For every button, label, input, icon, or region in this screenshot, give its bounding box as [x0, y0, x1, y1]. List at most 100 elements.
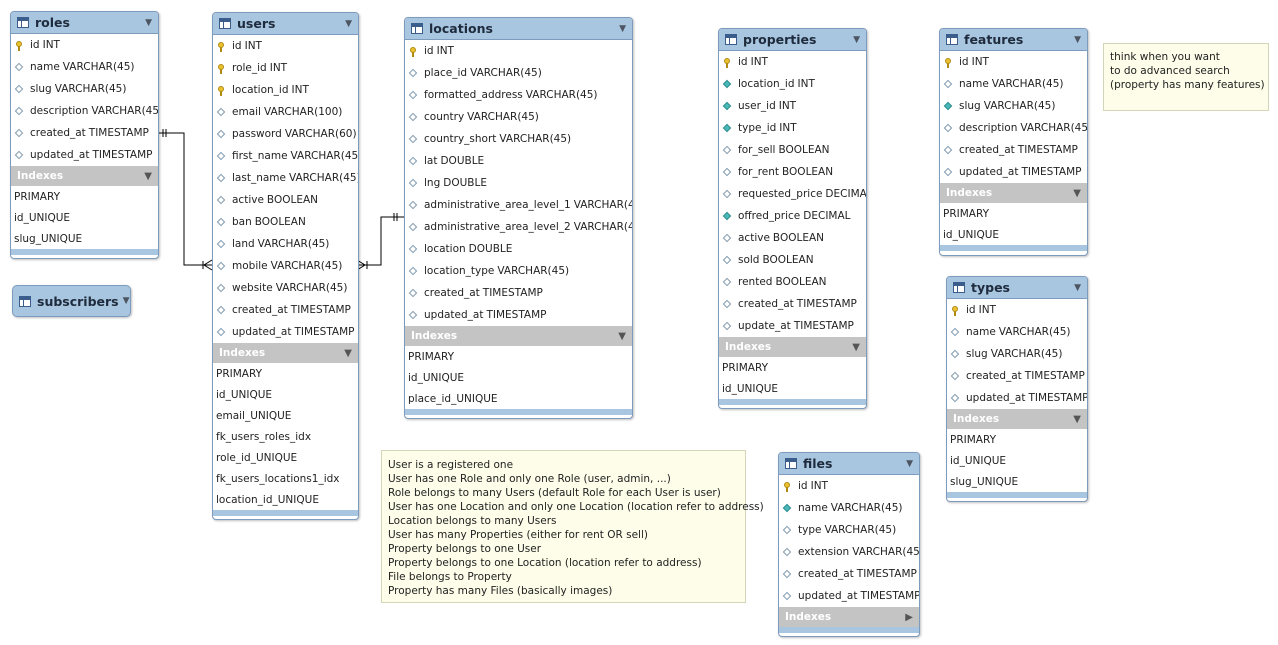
column-row[interactable]: requested_priceDECIMAL	[719, 183, 866, 205]
dropdown-caret-icon[interactable]: ▼	[906, 459, 913, 469]
column-row[interactable]: user_id INT	[719, 95, 866, 117]
table-types[interactable]: types ▼ id INT name VARCHAR(45) slug VARCHAR(…	[946, 276, 1088, 502]
column-row[interactable]: created_at TIMESTAMP	[405, 282, 632, 304]
indexes-section-header[interactable]: Indexes ▼	[11, 166, 158, 186]
column-row[interactable]: id INT	[11, 34, 158, 56]
dropdown-caret-icon[interactable]: ▼	[852, 342, 860, 353]
column-row[interactable]: for_rent BOOLEAN	[719, 161, 866, 183]
indexes-section-header[interactable]: Indexes ▼	[405, 326, 632, 346]
table-header[interactable]: properties ▼	[719, 29, 866, 51]
column-row[interactable]: country VARCHAR(45)	[405, 106, 632, 128]
column-row[interactable]: first_name VARCHAR(45)	[213, 145, 358, 167]
column-row[interactable]: updated_at TIMESTAMP	[11, 144, 158, 166]
dropdown-caret-icon[interactable]: ▼	[144, 171, 152, 182]
column-row[interactable]: location_id INT	[719, 73, 866, 95]
table-files[interactable]: files ▼ id INT name VARCHAR(45) type VARCHAR(…	[778, 452, 920, 637]
index-row[interactable]: slug_UNIQUE	[947, 471, 1087, 492]
index-row[interactable]: PRIMARY	[11, 186, 158, 207]
dropdown-caret-icon[interactable]: ▼	[345, 19, 352, 29]
column-row[interactable]: name VARCHAR(45)	[947, 321, 1087, 343]
column-row[interactable]: id INT	[719, 51, 866, 73]
column-row[interactable]: email VARCHAR(100)	[213, 101, 358, 123]
column-row[interactable]: rented BOOLEAN	[719, 271, 866, 293]
column-row[interactable]: mobile VARCHAR(45)	[213, 255, 358, 277]
column-row[interactable]: location_id INT	[213, 79, 358, 101]
dropdown-caret-icon[interactable]: ▼	[618, 331, 626, 342]
index-row[interactable]: place_id_UNIQUE	[405, 388, 632, 409]
column-row[interactable]: land VARCHAR(45)	[213, 233, 358, 255]
note-relations[interactable]: User is a registered one User has one Rol…	[381, 450, 764, 603]
column-row[interactable]: sold BOOLEAN	[719, 249, 866, 271]
index-row[interactable]: id_UNIQUE	[11, 207, 158, 228]
column-row[interactable]: slug VARCHAR(45)	[11, 78, 158, 100]
index-row[interactable]: PRIMARY	[940, 203, 1087, 224]
column-row[interactable]: administrative_area_level_2VARCHAR(45)	[405, 216, 632, 238]
indexes-section-header[interactable]: Indexes ▼	[947, 409, 1087, 429]
column-row[interactable]: type_id INT	[719, 117, 866, 139]
column-row[interactable]: name VARCHAR(45)	[779, 497, 919, 519]
index-row[interactable]: fk_users_roles_idx	[213, 426, 358, 447]
column-row[interactable]: type VARCHAR(45)	[779, 519, 919, 541]
index-row[interactable]: id_UNIQUE	[940, 224, 1087, 245]
table-header[interactable]: locations ▼	[405, 18, 632, 40]
table-features[interactable]: features ▼ id INT name VARCHAR(45) slug VARCH…	[939, 28, 1088, 256]
column-row[interactable]: id INT	[779, 475, 919, 497]
column-row[interactable]: for_sell BOOLEAN	[719, 139, 866, 161]
note-features[interactable]: think when you want to do advanced search…	[1103, 43, 1269, 111]
column-row[interactable]: created_at TIMESTAMP	[11, 122, 158, 144]
expand-arrow-icon[interactable]: ▶	[905, 612, 913, 623]
index-row[interactable]: role_id_UNIQUE	[213, 447, 358, 468]
column-row[interactable]: created_at TIMESTAMP	[940, 139, 1087, 161]
index-row[interactable]: id_UNIQUE	[405, 367, 632, 388]
index-row[interactable]: email_UNIQUE	[213, 405, 358, 426]
dropdown-caret-icon[interactable]: ▼	[1074, 283, 1081, 293]
column-row[interactable]: role_id INT	[213, 57, 358, 79]
dropdown-caret-icon[interactable]: ▼	[619, 24, 626, 34]
indexes-section-header[interactable]: Indexes ▶	[779, 607, 919, 627]
column-row[interactable]: extension VARCHAR(45)	[779, 541, 919, 563]
dropdown-caret-icon[interactable]: ▼	[145, 18, 152, 28]
column-row[interactable]: location DOUBLE	[405, 238, 632, 260]
column-row[interactable]: location_type VARCHAR(45)	[405, 260, 632, 282]
table-header[interactable]: roles ▼	[11, 12, 158, 34]
column-row[interactable]: password VARCHAR(60)	[213, 123, 358, 145]
indexes-section-header[interactable]: Indexes ▼	[940, 183, 1087, 203]
column-row[interactable]: last_name VARCHAR(45)	[213, 167, 358, 189]
column-row[interactable]: lat DOUBLE	[405, 150, 632, 172]
column-row[interactable]: ban BOOLEAN	[213, 211, 358, 233]
table-header[interactable]: features ▼	[940, 29, 1087, 51]
column-row[interactable]: created_at TIMESTAMP	[947, 365, 1087, 387]
column-row[interactable]: id INT	[405, 40, 632, 62]
column-row[interactable]: name VARCHAR(45)	[940, 73, 1087, 95]
column-row[interactable]: created_at TIMESTAMP	[213, 299, 358, 321]
dropdown-caret-icon[interactable]: ▼	[1074, 35, 1081, 45]
column-row[interactable]: created_at TIMESTAMP	[719, 293, 866, 315]
column-row[interactable]: created_at TIMESTAMP	[779, 563, 919, 585]
index-row[interactable]: PRIMARY	[719, 357, 866, 378]
index-row[interactable]: location_id_UNIQUE	[213, 489, 358, 510]
column-row[interactable]: website VARCHAR(45)	[213, 277, 358, 299]
index-row[interactable]: PRIMARY	[213, 363, 358, 384]
column-row[interactable]: updated_at TIMESTAMP	[213, 321, 358, 343]
table-header[interactable]: files ▼	[779, 453, 919, 475]
index-row[interactable]: id_UNIQUE	[213, 384, 358, 405]
indexes-section-header[interactable]: Indexes ▼	[719, 337, 866, 357]
column-row[interactable]: update_at TIMESTAMP	[719, 315, 866, 337]
column-row[interactable]: slug VARCHAR(45)	[947, 343, 1087, 365]
column-row[interactable]: id INT	[213, 35, 358, 57]
column-row[interactable]: updated_at TIMESTAMP	[405, 304, 632, 326]
table-subscribers-collapsed[interactable]: subscribers ▼	[12, 285, 131, 317]
dropdown-caret-icon[interactable]: ▼	[1073, 414, 1081, 425]
column-row[interactable]: id INT	[940, 51, 1087, 73]
dropdown-caret-icon[interactable]: ▼	[1073, 188, 1081, 199]
index-row[interactable]: slug_UNIQUE	[11, 228, 158, 249]
column-row[interactable]: description VARCHAR(45)	[940, 117, 1087, 139]
index-row[interactable]: PRIMARY	[405, 346, 632, 367]
column-row[interactable]: updated_at TIMESTAMP	[940, 161, 1087, 183]
table-roles[interactable]: roles ▼ id INT name VARCHAR(45) slug VARCHAR(…	[10, 11, 159, 259]
column-row[interactable]: offred_price DECIMAL	[719, 205, 866, 227]
index-row[interactable]: PRIMARY	[947, 429, 1087, 450]
column-row[interactable]: formatted_address VARCHAR(45)	[405, 84, 632, 106]
dropdown-caret-icon[interactable]: ▼	[123, 296, 130, 306]
column-row[interactable]: id INT	[947, 299, 1087, 321]
